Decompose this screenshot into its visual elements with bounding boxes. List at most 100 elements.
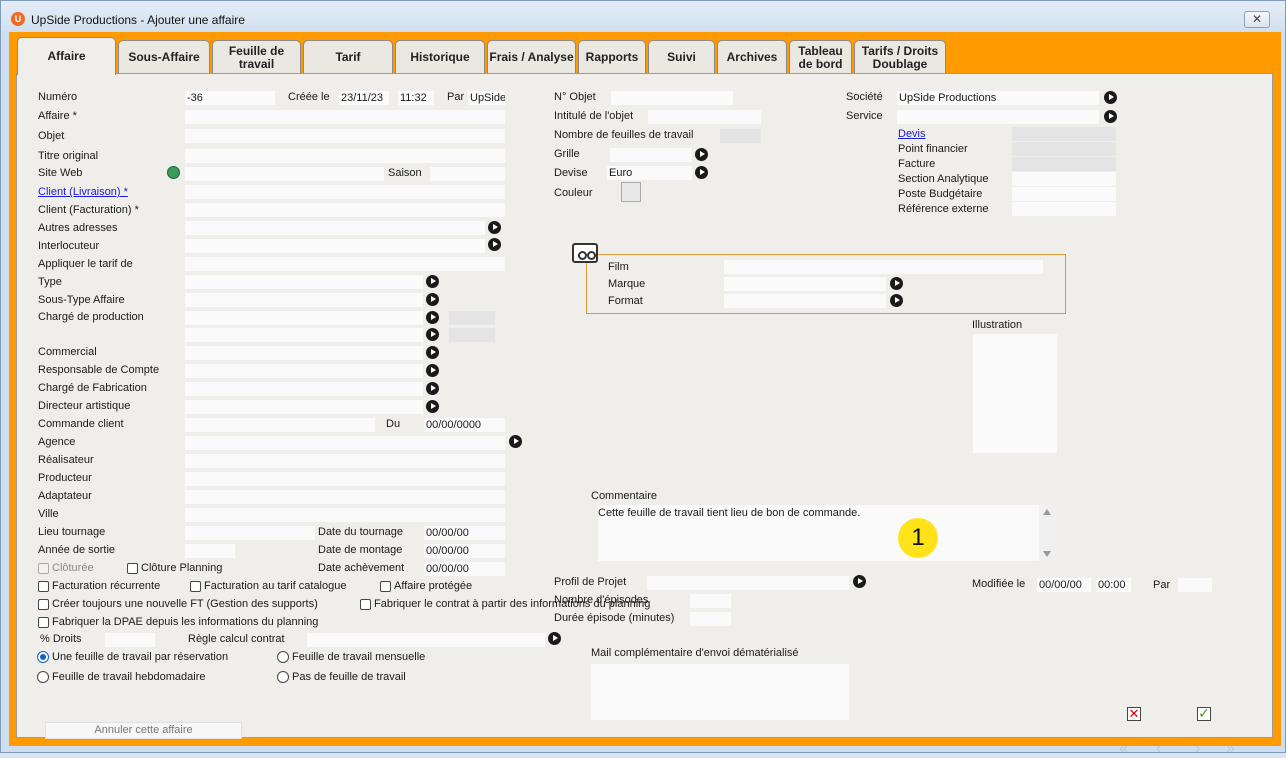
nb-episodes-field[interactable]: [690, 594, 731, 608]
charge-fabrication-arrow-icon[interactable]: [426, 382, 439, 395]
adaptateur-field[interactable]: [185, 490, 505, 504]
radio-feuille-hebdomadaire[interactable]: Feuille de travail hebdomadaire: [37, 671, 205, 683]
objet-field[interactable]: [185, 129, 505, 143]
commercial-arrow-icon[interactable]: [426, 346, 439, 359]
date-achevement-field[interactable]: 00/00/00: [424, 562, 505, 576]
tab-feuille-de-travail[interactable]: Feuille de travail: [212, 40, 301, 74]
grille-field[interactable]: [610, 148, 692, 162]
tab-tableau-de-bord[interactable]: Tableau de bord: [789, 40, 852, 74]
autres-adresses-field[interactable]: [185, 221, 485, 235]
tab-archives[interactable]: Archives: [717, 40, 787, 74]
affaire-protegee-checkbox[interactable]: Affaire protégée: [380, 580, 472, 592]
lieu-tournage-field[interactable]: [185, 526, 315, 540]
droits-field[interactable]: [105, 633, 155, 647]
created-time-field[interactable]: 11:32: [398, 91, 434, 105]
client-livraison-field[interactable]: [185, 185, 505, 199]
tab-tarifs-droits-doublage[interactable]: Tarifs / Droits Doublage: [854, 40, 946, 74]
tab-frais-analyse[interactable]: Frais / Analyse: [487, 40, 576, 74]
type-field[interactable]: [185, 275, 423, 289]
realisateur-field[interactable]: [185, 454, 505, 468]
cloture-planning-checkbox[interactable]: Clôture Planning: [127, 562, 222, 574]
commercial-field[interactable]: [185, 346, 423, 360]
couleur-swatch[interactable]: [621, 182, 641, 202]
radio-pas-de-feuille[interactable]: Pas de feuille de travail: [277, 671, 406, 683]
section-analytique-field[interactable]: [1012, 172, 1116, 186]
scroll-down-icon[interactable]: [1043, 551, 1051, 557]
commande-date-field[interactable]: 00/00/0000: [424, 418, 505, 432]
profil-projet-field[interactable]: [647, 576, 849, 590]
directeur-artistique-field[interactable]: [185, 400, 423, 414]
modifiee-date-field[interactable]: 00/00/00: [1037, 578, 1091, 592]
created-date-field[interactable]: 23/11/23: [339, 91, 389, 105]
tab-suivi[interactable]: Suivi: [648, 40, 715, 74]
sous-type-arrow-icon[interactable]: [426, 293, 439, 306]
titre-original-field[interactable]: [185, 149, 505, 163]
date-tournage-field[interactable]: 00/00/00: [424, 526, 505, 540]
charge-production-2-arrow-icon[interactable]: [426, 328, 439, 341]
next-record-icon[interactable]: ›: [1195, 740, 1200, 758]
devise-arrow-icon[interactable]: [695, 166, 708, 179]
regle-calcul-arrow-icon[interactable]: [548, 632, 561, 645]
commentaire-textarea[interactable]: Cette feuille de travail tient lieu de b…: [598, 505, 1056, 561]
interlocuteur-field[interactable]: [185, 239, 485, 253]
client-livraison-link[interactable]: Client (Livraison) *: [38, 186, 128, 198]
radio-feuille-par-reservation[interactable]: Une feuille de travail par réservation: [37, 651, 228, 663]
devise-field[interactable]: Euro: [607, 166, 692, 180]
creer-ft-checkbox[interactable]: Créer toujours une nouvelle FT (Gestion …: [38, 598, 318, 610]
annee-sortie-field[interactable]: [185, 544, 235, 558]
marque-arrow-icon[interactable]: [890, 277, 903, 290]
profil-projet-arrow-icon[interactable]: [853, 575, 866, 588]
annuler-affaire-button[interactable]: Annuler cette affaire: [45, 722, 242, 739]
globe-icon[interactable]: [167, 166, 180, 179]
regle-calcul-field[interactable]: [307, 633, 545, 647]
autres-adresses-arrow-icon[interactable]: [488, 221, 501, 234]
close-button[interactable]: ✕: [1244, 11, 1270, 28]
fabriquer-dpae-checkbox[interactable]: Fabriquer la DPAE depuis les information…: [38, 616, 318, 628]
radio-feuille-mensuelle[interactable]: Feuille de travail mensuelle: [277, 651, 425, 663]
facturation-tarif-checkbox[interactable]: Facturation au tarif catalogue: [190, 580, 346, 592]
marque-field[interactable]: [724, 277, 886, 291]
producteur-field[interactable]: [185, 472, 505, 486]
reference-externe-field[interactable]: [1012, 202, 1116, 216]
service-field[interactable]: [897, 110, 1099, 124]
date-montage-field[interactable]: 00/00/00: [424, 544, 505, 558]
grille-arrow-icon[interactable]: [695, 148, 708, 161]
charge-production-arrow-icon[interactable]: [426, 311, 439, 324]
tab-tarif[interactable]: Tarif: [303, 40, 393, 74]
type-arrow-icon[interactable]: [426, 275, 439, 288]
agence-field[interactable]: [185, 436, 505, 450]
societe-field[interactable]: UpSide Productions: [897, 91, 1099, 105]
saison-field[interactable]: [430, 167, 505, 181]
modifiee-par-field[interactable]: [1178, 578, 1212, 592]
duree-episode-field[interactable]: [690, 612, 731, 626]
poste-budgetaire-field[interactable]: [1012, 187, 1116, 201]
previous-record-icon[interactable]: ‹: [1156, 740, 1161, 758]
tab-rapports[interactable]: Rapports: [578, 40, 646, 74]
created-by-field[interactable]: UpSide: [468, 91, 505, 105]
appliquer-tarif-field[interactable]: [185, 257, 505, 271]
mail-field[interactable]: [591, 664, 849, 720]
societe-arrow-icon[interactable]: [1104, 91, 1117, 104]
format-field[interactable]: [724, 294, 886, 308]
tab-affaire[interactable]: Affaire: [17, 37, 116, 75]
responsable-compte-arrow-icon[interactable]: [426, 364, 439, 377]
validate-icon[interactable]: ✓: [1197, 706, 1211, 721]
commentaire-scrollbar[interactable]: [1039, 505, 1056, 561]
charge-production-field[interactable]: [185, 311, 423, 325]
illustration-image[interactable]: [973, 334, 1057, 453]
facturation-recurrente-checkbox[interactable]: Facturation récurrente: [38, 580, 160, 592]
commande-client-field[interactable]: [185, 418, 375, 432]
sous-type-field[interactable]: [185, 293, 423, 307]
affaire-field[interactable]: [185, 110, 505, 124]
directeur-artistique-arrow-icon[interactable]: [426, 400, 439, 413]
scroll-up-icon[interactable]: [1043, 509, 1051, 515]
format-arrow-icon[interactable]: [890, 294, 903, 307]
first-record-icon[interactable]: «: [1119, 740, 1128, 758]
modifiee-time-field[interactable]: 00:00: [1096, 578, 1131, 592]
cloturee-checkbox[interactable]: Clôturée: [38, 562, 94, 574]
charge-fabrication-field[interactable]: [185, 382, 423, 396]
service-arrow-icon[interactable]: [1104, 110, 1117, 123]
film-field[interactable]: [724, 260, 1043, 274]
agence-arrow-icon[interactable]: [509, 435, 522, 448]
interlocuteur-arrow-icon[interactable]: [488, 238, 501, 251]
